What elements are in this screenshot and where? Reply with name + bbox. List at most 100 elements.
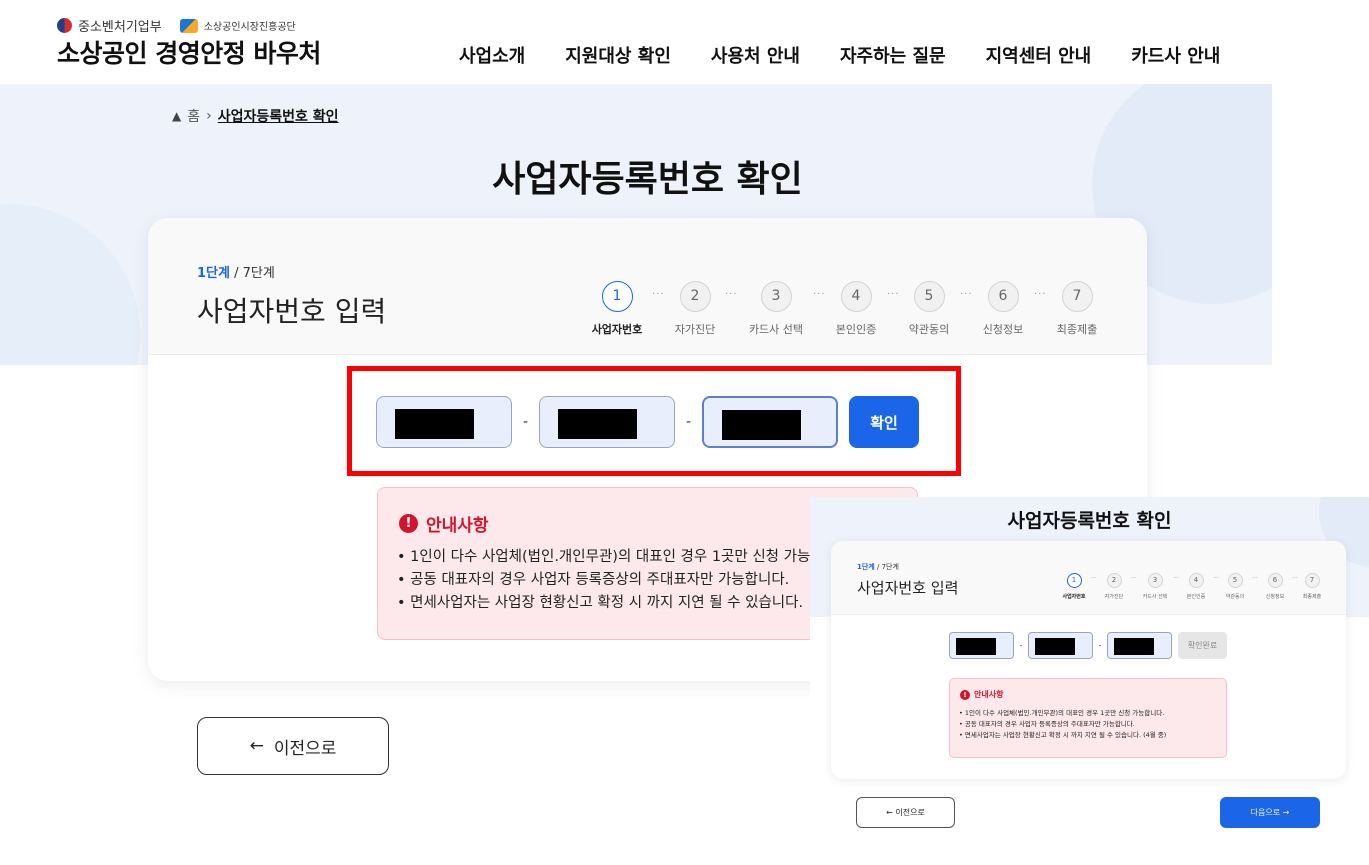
inset-notice-header: ! 안내사항 bbox=[960, 689, 1003, 700]
previous-button-label: 이전으로 bbox=[273, 738, 337, 759]
inset-number-separator: - bbox=[1098, 641, 1102, 650]
breadcrumb-home[interactable]: 홈 bbox=[187, 106, 200, 126]
government-emblem-icon bbox=[57, 18, 72, 33]
inset-step-6: 6 신청정보 bbox=[1255, 573, 1295, 600]
inset-business-number-part2-input[interactable] bbox=[1028, 632, 1093, 659]
inset-notice-item: • 1인이 다수 사업체(법인.개인무관)의 대표인 경우 1곳만 신청 가능합… bbox=[959, 709, 1165, 717]
inset-confirm-done-button[interactable]: 확인완료 bbox=[1178, 632, 1227, 659]
home-icon[interactable]: ▲ bbox=[172, 109, 181, 123]
notice-item: • 면세사업자는 사업장 현황신고 확정 시 까지 지연 될 수 있습니다. bbox=[397, 595, 804, 611]
step-number: 5 bbox=[913, 281, 945, 312]
step-number: 3 bbox=[760, 281, 792, 312]
step-6: 6 신청정보 bbox=[963, 281, 1043, 337]
nav-item-usage-places[interactable]: 사용처 안내 bbox=[711, 42, 800, 68]
inset-page-title: 사업자등록번호 확인 bbox=[1007, 510, 1172, 532]
redaction-mask bbox=[1114, 638, 1154, 655]
agency-name: 소상공인시장진흥공단 bbox=[203, 22, 296, 33]
site-header: 중소벤처기업부 소상공인시장진흥공단 소상공인 경영안정 바우처 사업소개 지원… bbox=[0, 0, 1369, 84]
step-current: 1단계 bbox=[197, 266, 230, 281]
inset-number-separator: - bbox=[1019, 641, 1023, 650]
business-number-part3-input[interactable] bbox=[702, 396, 838, 448]
inset-step-label: 카드사 선택 bbox=[1142, 594, 1168, 600]
alert-icon: ! bbox=[399, 514, 418, 533]
inset-screenshot: 사업자등록번호 확인 1단계 / 7단계 사업자번호 입력 1 사업자번호 ··… bbox=[810, 497, 1369, 865]
business-number-part1-input[interactable] bbox=[376, 396, 512, 448]
business-number-part2-input[interactable] bbox=[539, 396, 675, 448]
notice-header: ! 안내사항 bbox=[399, 511, 489, 536]
inset-step-3: 3 카드사 선택 bbox=[1135, 573, 1175, 600]
inset-step-number: 4 bbox=[1188, 573, 1204, 588]
inset-business-number-part3-input[interactable] bbox=[1107, 632, 1172, 659]
inset-step-title: 사업자번호 입력 bbox=[857, 579, 959, 597]
redaction-mask bbox=[722, 410, 801, 440]
inset-step-number: 1 bbox=[1066, 573, 1082, 588]
step-1: 1 사업자번호 bbox=[577, 281, 657, 337]
inset-next-button[interactable]: 다음으로 → bbox=[1220, 797, 1320, 828]
inset-step-2: 2 자가진단 bbox=[1094, 573, 1134, 600]
step-label: 사업자번호 bbox=[591, 323, 643, 336]
number-separator: - bbox=[685, 414, 692, 430]
inset-notice-box: ! 안내사항 • 1인이 다수 사업체(법인.개인무관)의 대표인 경우 1곳만… bbox=[949, 678, 1227, 758]
step-label: 약관동의 bbox=[908, 323, 950, 336]
nav-item-eligibility[interactable]: 지원대상 확인 bbox=[565, 42, 671, 68]
nav-item-faq[interactable]: 자주하는 질문 bbox=[840, 42, 946, 68]
step-5: 5 약관동의 bbox=[889, 281, 969, 337]
redaction-mask bbox=[1035, 638, 1075, 655]
step-label: 카드사 선택 bbox=[748, 323, 804, 336]
site-brand[interactable]: 소상공인 경영안정 바우처 bbox=[57, 34, 321, 70]
nav-item-regional-center[interactable]: 지역센터 안내 bbox=[986, 42, 1092, 68]
inset-step-number: 5 bbox=[1227, 573, 1243, 588]
inset-step-label: 사업자번호 bbox=[1062, 594, 1086, 600]
notice-title: 안내사항 bbox=[426, 516, 489, 536]
page-title: 사업자등록번호 확인 bbox=[492, 159, 803, 200]
number-separator: - bbox=[522, 414, 529, 430]
inset-step-label: 최종제출 bbox=[1302, 594, 1322, 600]
step-counter: 1단계 / 7단계 bbox=[197, 262, 275, 281]
inset-step-1: 1 사업자번호 bbox=[1054, 573, 1094, 600]
redaction-mask bbox=[956, 638, 996, 655]
step-2: 2 자가진단 bbox=[655, 281, 735, 337]
inset-step-label: 신청정보 bbox=[1265, 594, 1285, 600]
inset-notice-item: • 공동 대표자의 경우 사업자 등록증상의 주대표자만 가능합니다. bbox=[959, 720, 1135, 728]
inset-step-label: 자가진단 bbox=[1104, 594, 1124, 600]
nav-item-card-company[interactable]: 카드사 안내 bbox=[1131, 42, 1220, 68]
inset-step-number: 3 bbox=[1147, 573, 1163, 588]
step-number: 4 bbox=[840, 281, 872, 312]
hero-decoration bbox=[0, 204, 140, 365]
inset-step-5: 5 약관동의 bbox=[1215, 573, 1255, 600]
previous-button[interactable]: ← 이전으로 bbox=[197, 717, 389, 775]
inset-business-number-row: - - 확인완료 bbox=[949, 632, 1227, 659]
business-number-row: - - 확인 bbox=[376, 396, 919, 448]
inset-step-label: 약관동의 bbox=[1225, 594, 1245, 600]
redaction-mask bbox=[395, 409, 474, 439]
inset-business-number-part1-input[interactable] bbox=[949, 632, 1014, 659]
inset-step-counter: 1단계 / 7단계 bbox=[857, 562, 899, 572]
step-label: 자가진단 bbox=[674, 323, 716, 336]
card-header: 1단계 / 7단계 사업자번호 입력 1 사업자번호 ··· 2 자가진단 ··… bbox=[148, 218, 1147, 355]
inset-step-4: 4 본인인증 bbox=[1176, 573, 1216, 600]
ministry-name: 중소벤처기업부 bbox=[78, 20, 162, 35]
step-label: 최종제출 bbox=[1056, 323, 1098, 336]
step-7: 7 최종제출 bbox=[1037, 281, 1117, 337]
confirm-button[interactable]: 확인 bbox=[849, 396, 919, 448]
inset-notice-item: • 면세사업자는 사업장 현황신고 확정 시 까지 지연 될 수 있습니다. (… bbox=[959, 731, 1167, 739]
alert-icon: ! bbox=[960, 689, 970, 700]
notice-item: • 공동 대표자의 경우 사업자 등록증상의 주대표자만 가능합니다. bbox=[397, 572, 790, 588]
step-number: 7 bbox=[1061, 281, 1093, 312]
inset-step-label: 본인인증 bbox=[1186, 594, 1206, 600]
gov-logos: 중소벤처기업부 소상공인시장진흥공단 bbox=[57, 16, 296, 35]
inset-card: 1단계 / 7단계 사업자번호 입력 1 사업자번호 ··· 2 자가진단 ··… bbox=[831, 541, 1346, 779]
breadcrumb-current[interactable]: 사업자등록번호 확인 bbox=[218, 106, 339, 126]
inset-step-7: 7 최종제출 bbox=[1292, 573, 1332, 600]
step-label: 신청정보 bbox=[982, 323, 1024, 336]
inset-step-number: 2 bbox=[1106, 573, 1122, 588]
inset-step-number: 6 bbox=[1267, 573, 1283, 588]
inset-previous-button[interactable]: ← 이전으로 bbox=[856, 797, 955, 828]
step-number: 6 bbox=[987, 281, 1019, 312]
inset-card-header: 1단계 / 7단계 사업자번호 입력 1 사업자번호 ··· 2 자가진단 ··… bbox=[831, 541, 1346, 615]
step-number: 1 bbox=[601, 281, 633, 312]
inset-notice-title: 안내사항 bbox=[974, 690, 1004, 699]
inset-step-number: 7 bbox=[1304, 573, 1320, 588]
notice-list: • 1인이 다수 사업체(법인.개인무관)의 대표인 경우 1곳만 신청 가능합… bbox=[397, 546, 855, 615]
nav-item-business-intro[interactable]: 사업소개 bbox=[459, 42, 525, 68]
